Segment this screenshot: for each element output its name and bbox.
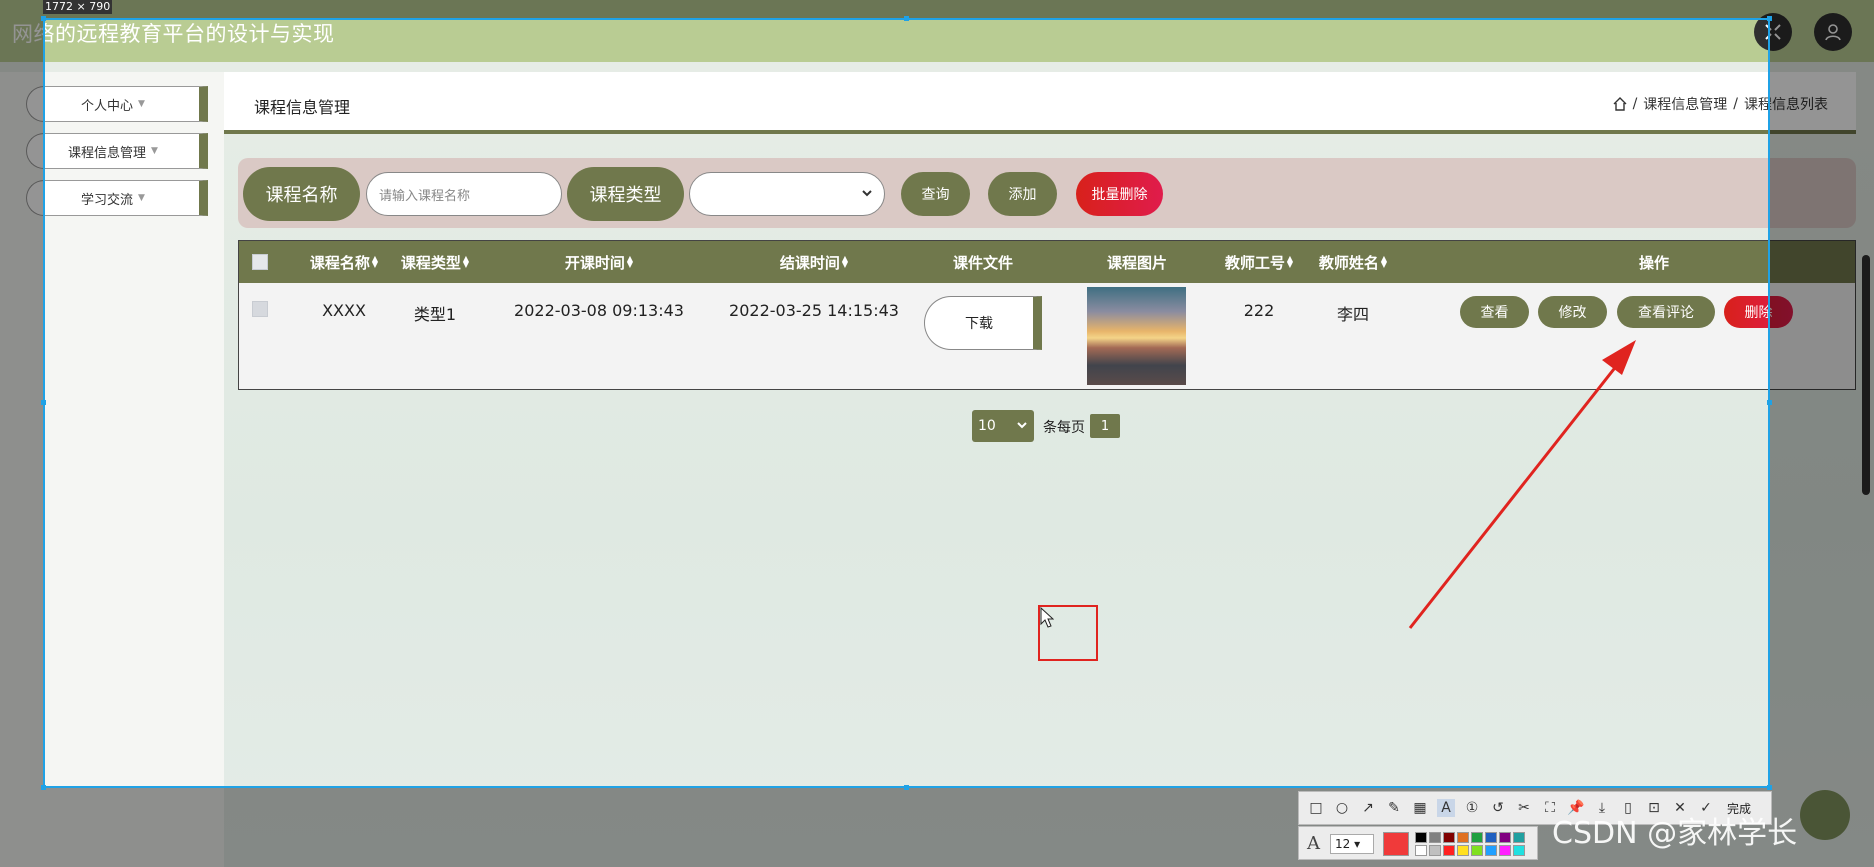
capture-shade (1770, 18, 1874, 788)
resize-handle[interactable] (904, 16, 909, 21)
color-swatch[interactable] (1415, 845, 1427, 856)
color-swatch[interactable] (1415, 832, 1427, 843)
number-tool-icon[interactable]: ① (1463, 799, 1481, 817)
resize-handle[interactable] (41, 16, 46, 21)
ellipse-tool-icon[interactable]: ○ (1333, 799, 1351, 817)
mouse-cursor-icon (1040, 607, 1054, 628)
watermark: CSDN @家林学长 (1552, 816, 1798, 851)
font-size-select[interactable]: 12 ▾ (1330, 834, 1374, 854)
resize-handle[interactable] (41, 400, 46, 405)
resize-handle[interactable] (1767, 16, 1772, 21)
color-swatch[interactable] (1471, 832, 1483, 843)
arrow-tool-icon[interactable]: ↗ (1359, 799, 1377, 817)
undo-icon[interactable]: ↺ (1489, 799, 1507, 817)
capture-selection-border[interactable] (43, 18, 1770, 788)
capture-shade (0, 18, 43, 788)
color-swatch[interactable] (1499, 845, 1511, 856)
scissors-icon[interactable]: ✂ (1515, 799, 1533, 817)
resize-handle[interactable] (904, 785, 909, 790)
capture-style-toolbar: A 12 ▾ (1298, 826, 1538, 860)
resize-handle[interactable] (1767, 400, 1772, 405)
mosaic-tool-icon[interactable]: ▦ (1411, 799, 1429, 817)
color-swatch[interactable] (1443, 832, 1455, 843)
capture-size-label: 1772 × 790 (43, 0, 113, 14)
resize-handle[interactable] (41, 785, 46, 790)
pen-tool-icon[interactable]: ✎ (1385, 799, 1403, 817)
color-swatch[interactable] (1485, 832, 1497, 843)
resize-handle[interactable] (1767, 785, 1772, 790)
color-swatch[interactable] (1429, 845, 1441, 856)
color-swatch[interactable] (1485, 845, 1497, 856)
color-swatch[interactable] (1499, 832, 1511, 843)
color-swatch[interactable] (1471, 845, 1483, 856)
color-swatch[interactable] (1429, 832, 1441, 843)
color-swatch[interactable] (1513, 845, 1525, 856)
floating-action-button[interactable] (1800, 790, 1850, 840)
capture-shade (0, 0, 1874, 18)
current-color-swatch[interactable] (1383, 832, 1409, 856)
color-swatch[interactable] (1443, 845, 1455, 856)
color-swatch[interactable] (1513, 832, 1525, 843)
color-swatch[interactable] (1457, 845, 1469, 856)
color-palette (1415, 832, 1525, 856)
text-tool-icon[interactable]: A (1437, 799, 1455, 817)
rectangle-tool-icon[interactable]: □ (1307, 799, 1325, 817)
color-swatch[interactable] (1457, 832, 1469, 843)
font-size-icon: A (1307, 833, 1320, 854)
